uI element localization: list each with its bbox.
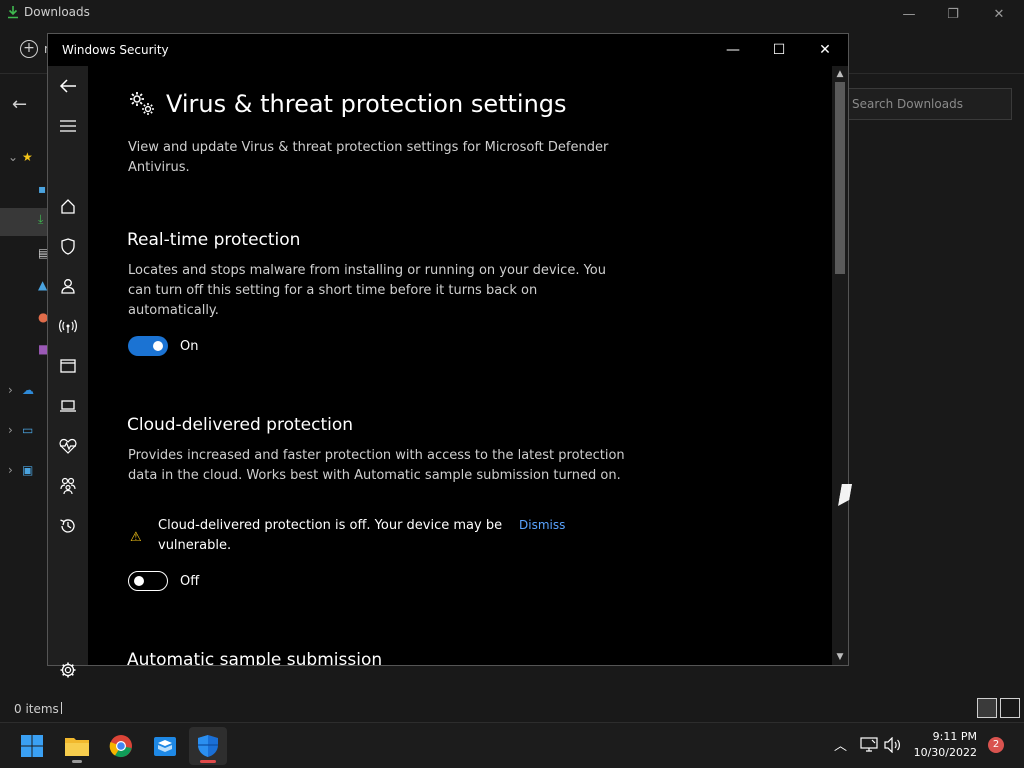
nav-this-pc[interactable]: › ▭ xyxy=(8,423,33,437)
chevron-right-icon[interactable]: › xyxy=(8,383,22,397)
explorer-title: Downloads xyxy=(24,5,90,19)
cloud-icon: ☁ xyxy=(22,383,34,397)
nav-quick-access[interactable]: ⌄ ★ xyxy=(8,150,33,164)
scroll-up-icon[interactable]: ▲ xyxy=(834,68,846,80)
nav-onedrive[interactable]: › ☁ xyxy=(8,383,34,397)
explorer-close-button[interactable]: ✕ xyxy=(976,0,1022,28)
active-indicator xyxy=(200,760,216,763)
settings-icon[interactable] xyxy=(56,658,80,682)
taskbar-app-installer[interactable] xyxy=(146,727,184,765)
history-icon[interactable] xyxy=(56,514,80,538)
chrome-icon xyxy=(109,735,132,758)
device-security-icon[interactable] xyxy=(56,394,80,418)
realtime-protection-title: Real-time protection xyxy=(127,230,301,250)
account-icon[interactable] xyxy=(56,274,80,298)
network-icon: ▣ xyxy=(22,463,34,477)
maximize-button[interactable]: ☐ xyxy=(756,34,802,66)
star-icon: ★ xyxy=(22,150,33,164)
dismiss-link[interactable]: Dismiss xyxy=(519,518,565,532)
realtime-protection-toggle[interactable] xyxy=(128,336,168,356)
taskbar-file-explorer[interactable] xyxy=(58,727,96,765)
warning-icon: ⚠ xyxy=(130,530,142,545)
tiles-view-icon[interactable] xyxy=(1000,698,1020,718)
nav-desktop-icon[interactable]: ▪ xyxy=(38,182,46,196)
clock-date: 10/30/2022 xyxy=(913,746,977,759)
details-view-icon[interactable] xyxy=(977,698,997,718)
explorer-maximize-button[interactable]: ❐ xyxy=(930,0,976,28)
gears-icon xyxy=(130,92,154,115)
explorer-back-icon[interactable]: ← xyxy=(12,94,27,115)
toggle-knob xyxy=(153,341,163,351)
realtime-protection-desc: Locates and stops malware from installin… xyxy=(128,263,607,318)
status-divider xyxy=(61,702,62,714)
cloud-protection-desc: Provides increased and faster protection… xyxy=(128,448,625,483)
system-clock[interactable]: 9:11 PM 10/30/2022 xyxy=(914,729,977,761)
volume-icon[interactable] xyxy=(884,737,902,753)
back-icon[interactable] xyxy=(56,74,80,98)
window-title: Windows Security xyxy=(62,43,169,57)
taskbar-chrome[interactable] xyxy=(102,727,140,765)
realtime-protection-toggle-label: On xyxy=(180,339,199,354)
show-hidden-icons-icon[interactable]: ︿ xyxy=(834,735,847,754)
start-button[interactable] xyxy=(13,727,51,765)
download-icon xyxy=(8,6,18,19)
home-icon[interactable] xyxy=(56,194,80,218)
cloud-protection-title: Cloud-delivered protection xyxy=(127,415,354,435)
page-header: Virus & threat protection settings xyxy=(128,90,567,118)
monitor-icon: ▭ xyxy=(22,423,34,437)
cloud-protection-toggle[interactable] xyxy=(128,571,168,591)
clock-time: 9:11 PM xyxy=(932,730,977,743)
network-status-icon[interactable] xyxy=(860,737,878,753)
content-scrollbar[interactable]: ▲ ▼ xyxy=(832,66,848,665)
minimize-button[interactable]: — xyxy=(710,34,756,66)
page-title: Virus & threat protection settings xyxy=(166,90,567,118)
family-icon[interactable] xyxy=(56,474,80,498)
health-icon[interactable] xyxy=(56,434,80,458)
item-count: 0 items xyxy=(14,702,59,716)
network-icon[interactable] xyxy=(56,314,80,338)
menu-icon[interactable] xyxy=(56,114,80,138)
explorer-statusbar xyxy=(0,696,1024,722)
security-sidebar xyxy=(48,66,88,678)
nav-downloads-icon[interactable]: ⤓ xyxy=(38,212,43,227)
chevron-right-icon[interactable]: › xyxy=(8,463,22,477)
explorer-titlebar: Downloads — ❐ ✕ xyxy=(0,0,1024,28)
cloud-protection-toggle-label: Off xyxy=(180,574,200,589)
page-description: View and update Virus & threat protectio… xyxy=(128,140,609,175)
chevron-right-icon[interactable]: › xyxy=(8,423,22,437)
chevron-down-icon[interactable]: ⌄ xyxy=(8,150,22,164)
explorer-minimize-button[interactable]: — xyxy=(886,0,932,28)
taskbar: ︿ 9:11 PM 10/30/2022 xyxy=(0,722,1024,768)
running-indicator xyxy=(72,760,82,763)
taskbar-windows-security[interactable] xyxy=(189,727,227,765)
folder-icon xyxy=(65,738,89,756)
toggle-knob xyxy=(134,576,144,586)
settings-content: Virus & threat protection settings View … xyxy=(88,66,832,665)
shield-icon[interactable] xyxy=(56,234,80,258)
notification-badge[interactable]: 2 xyxy=(988,737,1004,753)
windows-logo-icon xyxy=(21,735,43,757)
nav-network[interactable]: › ▣ xyxy=(8,463,33,477)
scroll-thumb[interactable] xyxy=(835,82,845,274)
scroll-down-icon[interactable]: ▼ xyxy=(834,651,846,663)
windows-security-window: Windows Security — ☐ ✕ Virus & threat pr… xyxy=(47,33,849,678)
explorer-search-input[interactable]: Search Downloads xyxy=(844,88,1012,120)
cloud-protection-warning: Cloud-delivered protection is off. Your … xyxy=(158,518,503,553)
app-browser-icon[interactable] xyxy=(56,354,80,378)
nav-pictures-icon[interactable]: ▲ xyxy=(38,278,47,292)
security-titlebar: Windows Security — ☐ ✕ xyxy=(48,34,848,66)
sample-submission-title: Automatic sample submission xyxy=(127,650,383,665)
new-item-icon[interactable]: + xyxy=(20,40,38,58)
close-button[interactable]: ✕ xyxy=(802,34,848,66)
package-icon xyxy=(154,737,176,756)
security-shield-icon xyxy=(198,735,218,757)
